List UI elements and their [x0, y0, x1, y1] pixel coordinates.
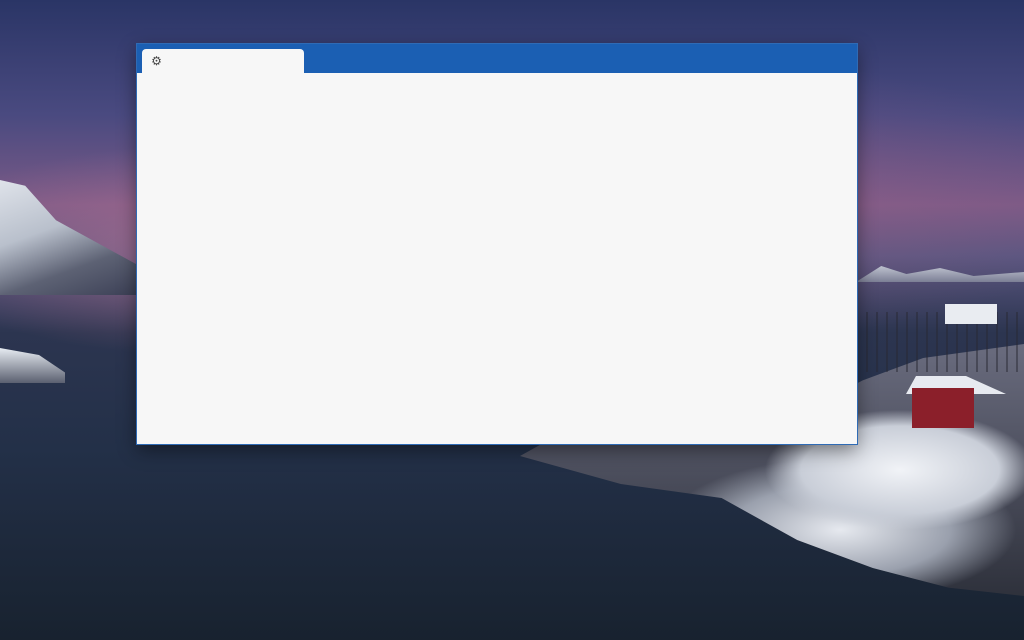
wallpaper-mountain [0, 180, 140, 295]
wallpaper-rock [0, 348, 65, 383]
wallpaper-pier [856, 312, 1024, 372]
wallpaper-far-mountains [856, 266, 1024, 282]
minimize-button[interactable] [795, 44, 825, 66]
gear-icon: ⚙ [151, 53, 162, 68]
new-tab-button[interactable] [306, 49, 328, 71]
tab-settings[interactable]: ⚙ [142, 49, 304, 73]
title-bar[interactable]: ⚙ [137, 44, 857, 73]
wallpaper-house [912, 388, 974, 428]
edge-browser-window: ⚙ [137, 44, 857, 444]
wallpaper-cabin [945, 304, 997, 324]
